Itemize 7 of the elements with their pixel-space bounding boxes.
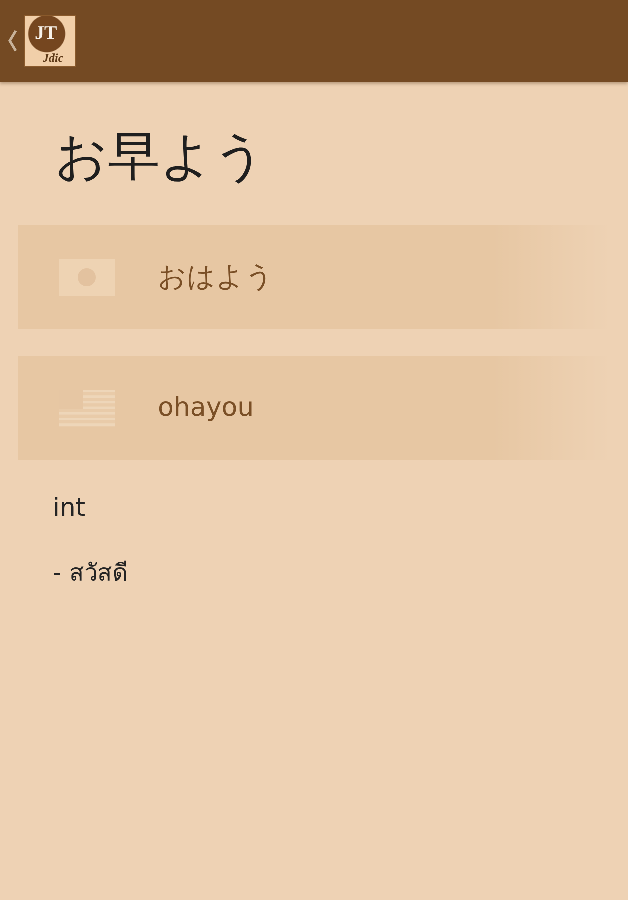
reading-text: おはよう — [158, 260, 274, 294]
headword-text: お早よう — [55, 127, 266, 187]
meaning-text: - สวัสดี — [53, 558, 128, 588]
app-logo[interactable]: JT Jdic — [25, 16, 75, 66]
part-of-speech-text: int — [53, 493, 86, 523]
reading-text: ohayou — [158, 392, 254, 425]
back-icon[interactable] — [8, 30, 18, 52]
